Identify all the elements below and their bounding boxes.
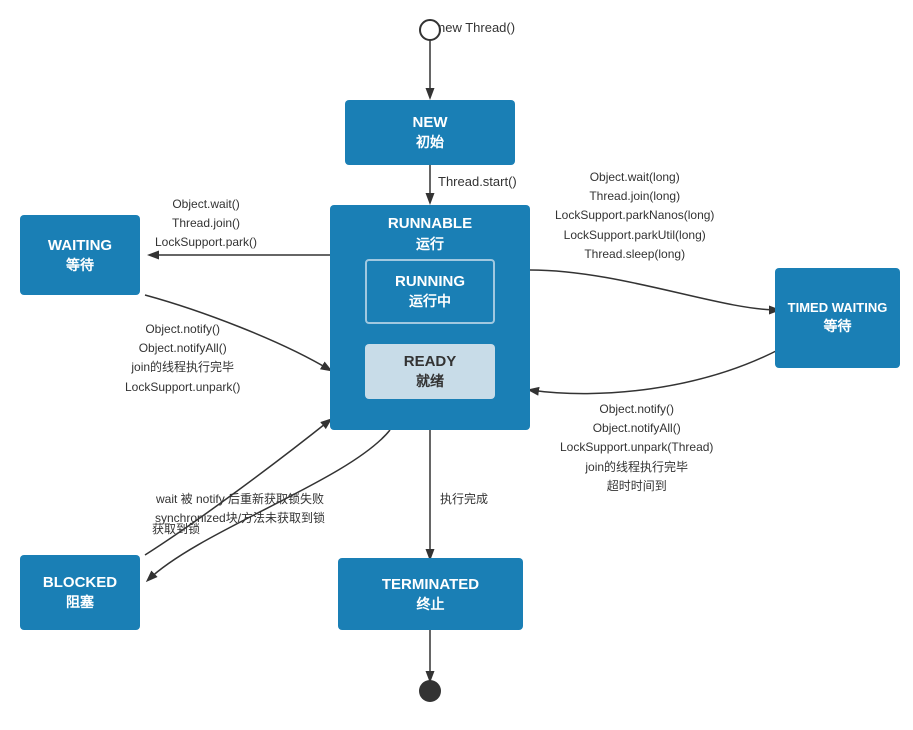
end-circle — [419, 680, 441, 702]
blocked-state-zh: 阻塞 — [66, 593, 94, 613]
label-to-timed: Object.wait(long)Thread.join(long)LockSu… — [555, 168, 714, 264]
timed-waiting-state: TIMED WAITING 等待 — [775, 268, 900, 368]
terminated-state-en: TERMINATED — [382, 574, 479, 595]
running-state-zh: 运行中 — [409, 292, 451, 312]
blocked-state-en: BLOCKED — [43, 572, 117, 593]
label-from-blocked: 获取到锁 — [152, 520, 200, 538]
ready-state-en: READY — [404, 351, 457, 372]
waiting-state: WAITING 等待 — [20, 215, 140, 295]
new-state: NEW 初始 — [345, 100, 515, 165]
running-state: RUNNING 运行中 — [365, 259, 495, 324]
new-state-en: NEW — [413, 112, 448, 133]
thread-state-diagram: NEW 初始 RUNNABLE 运行 RUNNING 运行中 READY 就绪 … — [0, 0, 913, 730]
timed-waiting-state-en: TIMED WAITING — [788, 299, 888, 317]
timed-waiting-state-zh: 等待 — [824, 317, 852, 337]
waiting-state-zh: 等待 — [66, 256, 94, 276]
running-state-en: RUNNING — [395, 271, 465, 292]
label-to-waiting: Object.wait()Thread.join()LockSupport.pa… — [155, 195, 257, 253]
label-thread-start: Thread.start() — [438, 172, 517, 192]
label-from-waiting: Object.notify()Object.notifyAll()join的线程… — [125, 320, 240, 397]
terminated-state: TERMINATED 终止 — [338, 558, 523, 630]
runnable-state-zh: 运行 — [338, 235, 522, 255]
blocked-state: BLOCKED 阻塞 — [20, 555, 140, 630]
runnable-state: RUNNABLE 运行 RUNNING 运行中 READY 就绪 — [330, 205, 530, 430]
waiting-state-en: WAITING — [48, 235, 112, 256]
label-from-timed: Object.notify()Object.notifyAll()LockSup… — [560, 400, 713, 496]
terminated-state-zh: 终止 — [417, 595, 445, 615]
label-exec-done: 执行完成 — [440, 490, 488, 508]
ready-state: READY 就绪 — [365, 344, 495, 399]
runnable-state-en: RUNNABLE — [388, 215, 472, 232]
ready-state-zh: 就绪 — [416, 372, 444, 392]
label-new-thread: new Thread() — [438, 18, 515, 38]
new-state-zh: 初始 — [416, 133, 444, 153]
